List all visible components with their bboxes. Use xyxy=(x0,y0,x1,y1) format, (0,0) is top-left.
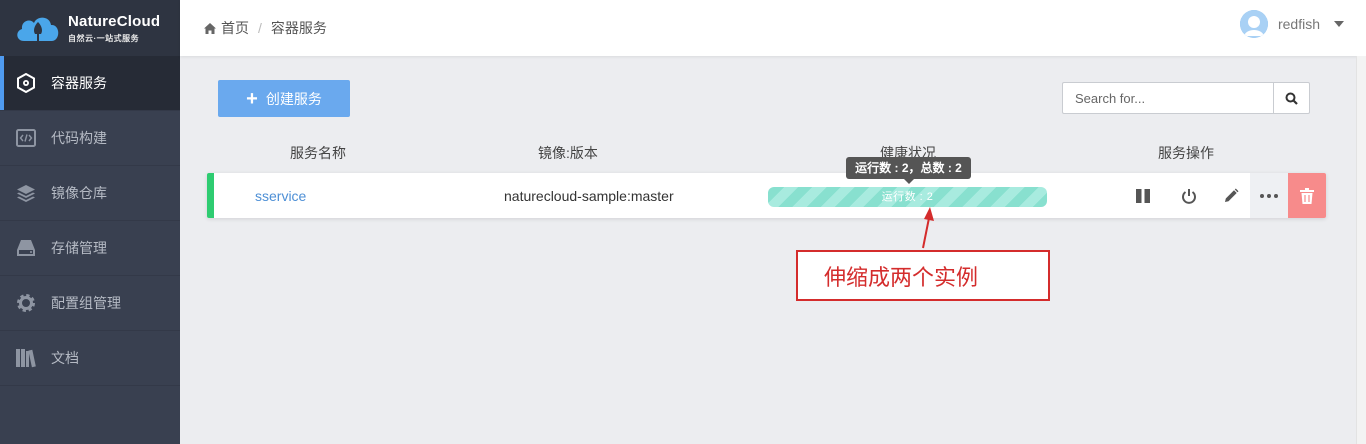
annotation-callout: 伸缩成两个实例 xyxy=(796,250,1050,301)
annotation-arrow xyxy=(922,207,934,249)
